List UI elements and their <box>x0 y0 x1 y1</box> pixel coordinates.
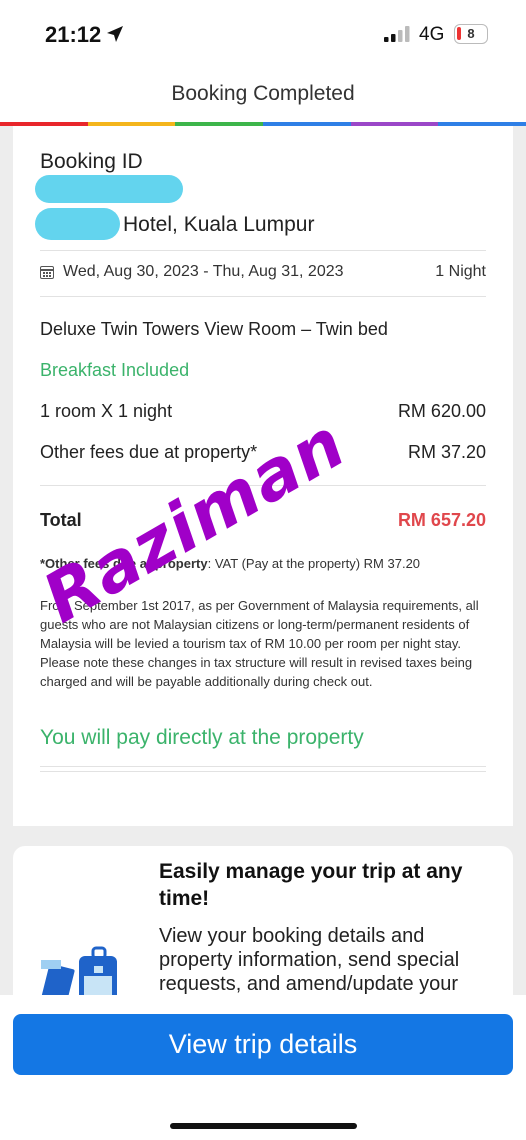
manage-trip-title: Easily manage your trip at any time! <box>159 860 463 910</box>
fee-note-rest: : VAT (Pay at the property) RM 37.20 <box>207 556 421 571</box>
divider <box>40 296 486 297</box>
location-arrow-icon <box>107 26 123 42</box>
room-line-value: RM 620.00 <box>397 401 486 421</box>
divider <box>40 771 486 772</box>
home-indicator[interactable] <box>170 1123 357 1129</box>
battery-icon: 8 <box>454 24 488 44</box>
stay-dates: Wed, Aug 30, 2023 - Thu, Aug 31, 2023 <box>63 263 344 280</box>
page-header: Booking Completed <box>0 68 526 122</box>
battery-level: 8 <box>467 26 475 41</box>
redaction-mark <box>35 208 120 240</box>
calendar-icon <box>40 266 54 279</box>
manage-trip-body: View your booking details and property i… <box>159 925 460 995</box>
clock: 21:12 <box>45 22 102 47</box>
room-line-label: 1 room X 1 night <box>40 401 173 421</box>
total-value: RM 657.20 <box>397 510 486 530</box>
pay-at-property-note: You will pay directly at the property <box>40 726 364 749</box>
redaction-mark <box>35 175 183 203</box>
hotel-name: Hotel, Kuala Lumpur <box>123 213 315 236</box>
manage-trip-card: Easily manage your trip at any time! Vie… <box>13 846 513 1006</box>
network-type: 4G <box>419 24 445 45</box>
divider <box>40 250 486 251</box>
divider <box>40 766 486 767</box>
total-label: Total <box>40 510 82 530</box>
page-title: Booking Completed <box>171 82 355 105</box>
status-bar: 21:12 4G 8 <box>0 0 526 68</box>
breakfast-badge: Breakfast Included <box>40 360 190 380</box>
room-type: Deluxe Twin Towers View Room – Twin bed <box>40 319 388 339</box>
booking-id-label: Booking ID <box>40 150 143 173</box>
view-trip-details-button[interactable]: View trip details <box>13 1014 513 1075</box>
stay-nights: 1 Night <box>435 263 486 280</box>
luggage-illustration-icon <box>41 946 117 1002</box>
fees-value: RM 37.20 <box>407 442 486 462</box>
cellular-signal-icon <box>384 26 410 42</box>
receipt-torn-edge <box>13 812 513 826</box>
